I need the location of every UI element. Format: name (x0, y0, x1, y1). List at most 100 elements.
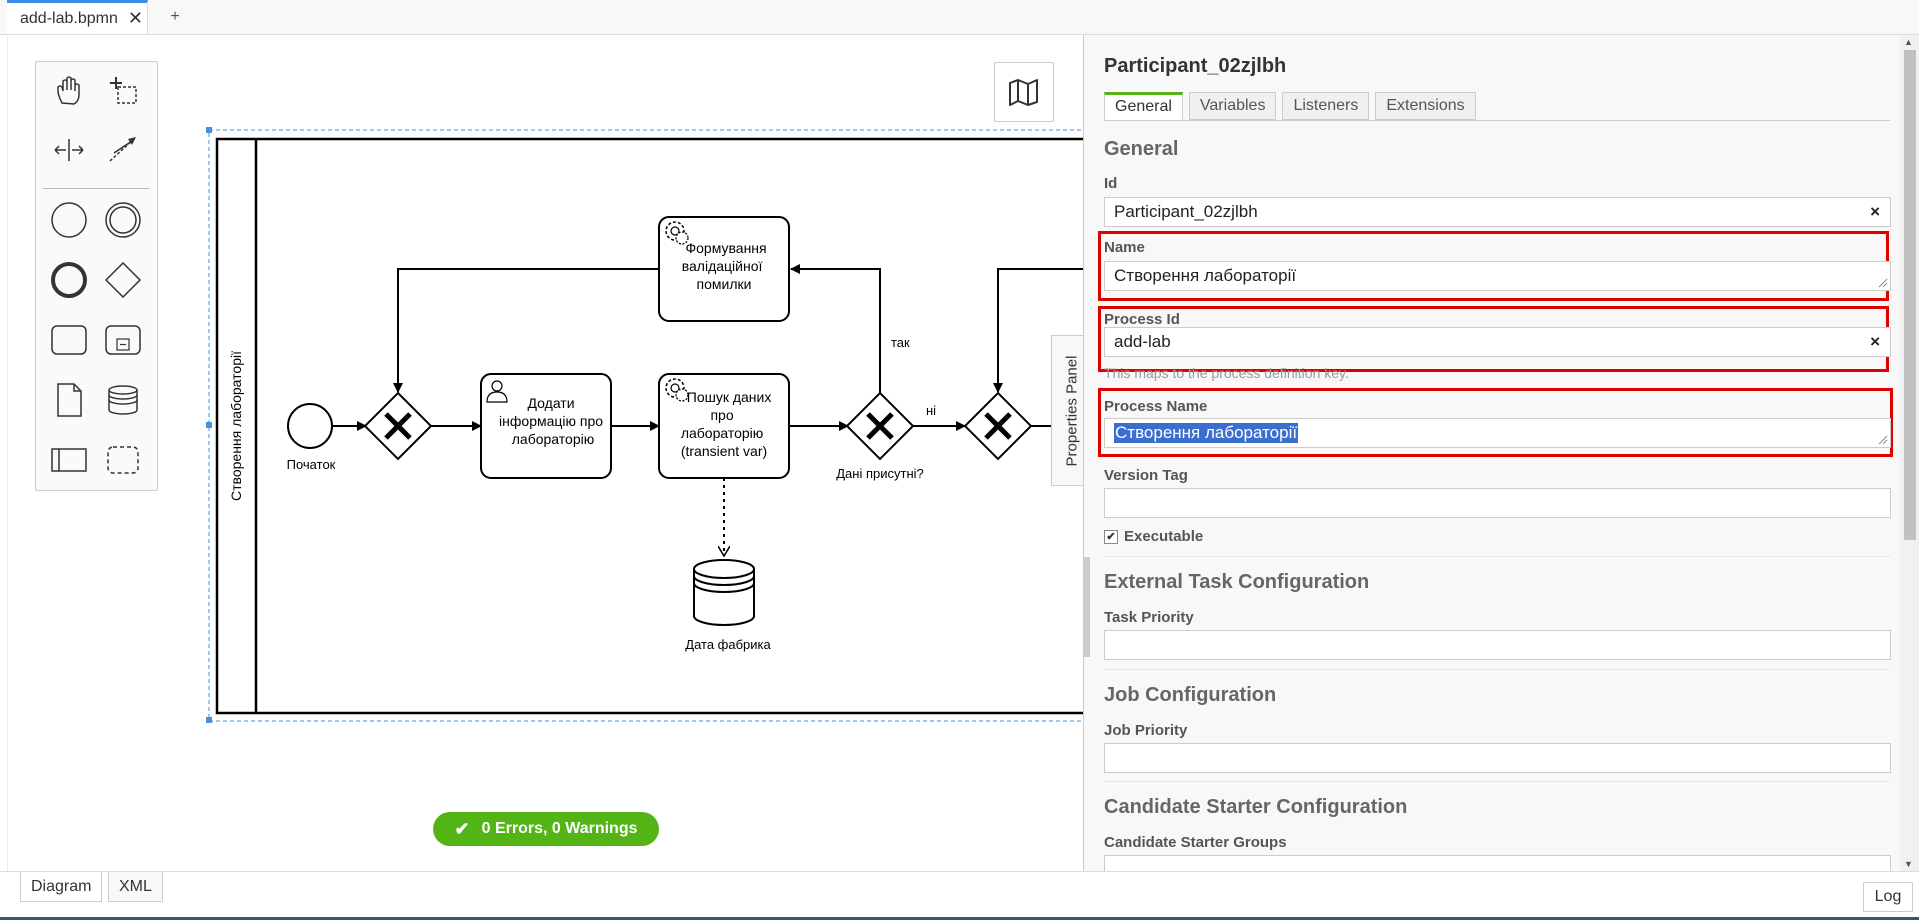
data-store-icon (108, 385, 138, 415)
id-value: Participant_02zjlbh (1114, 202, 1258, 221)
start-event[interactable] (287, 403, 333, 449)
tab-listeners[interactable]: Listeners (1282, 92, 1370, 120)
minimap-toggle-button[interactable] (994, 62, 1054, 122)
data-store-label: Дата фабрика (685, 637, 771, 652)
task-priority-input[interactable] (1104, 630, 1891, 660)
section-divider (1104, 556, 1890, 557)
create-gateway-button[interactable] (101, 258, 145, 302)
version-tag-input[interactable] (1104, 488, 1891, 518)
space-tool-button[interactable] (47, 128, 91, 172)
create-data-store-button[interactable] (101, 378, 145, 422)
file-tab-label: add-lab.bpmn (20, 9, 118, 27)
scroll-down-icon[interactable]: ▼ (1904, 859, 1913, 869)
create-task-button[interactable] (47, 318, 91, 362)
panel-tabs: General Variables Listeners Extensions (1104, 92, 1476, 120)
selection-handle[interactable] (206, 717, 212, 723)
lane-label: Створення лабораторії (228, 351, 244, 501)
data-store[interactable] (693, 559, 755, 626)
job-priority-label: Job Priority (1104, 722, 1188, 739)
process-id-value: add-lab (1114, 332, 1171, 351)
version-tag-label: Version Tag (1104, 467, 1188, 484)
create-start-event-button[interactable] (47, 198, 91, 242)
lint-status-badge[interactable]: ✔ 0 Errors, 0 Warnings (433, 812, 659, 846)
tab-diagram[interactable]: Diagram (20, 872, 103, 902)
properties-panel: Participant_02zjlbh General Variables Li… (1083, 35, 1919, 871)
new-tab-button[interactable]: + (157, 0, 193, 34)
group-candidate-starter-title: Candidate Starter Configuration (1104, 796, 1408, 818)
scroll-up-icon[interactable]: ▲ (1904, 37, 1913, 47)
section-divider (1104, 781, 1890, 782)
lasso-icon (110, 77, 137, 104)
connect-tool-button[interactable] (101, 128, 145, 172)
service-task-line: Пошук даних (687, 389, 772, 405)
start-event-icon (51, 202, 87, 238)
clear-id-icon[interactable]: × (1870, 202, 1880, 222)
clear-process-id-icon[interactable]: × (1870, 332, 1880, 352)
pool-icon (51, 448, 87, 472)
resize-handle-icon[interactable] (1878, 278, 1888, 288)
tool-palette (35, 61, 158, 491)
map-icon (1009, 79, 1038, 106)
file-tab-bar: add-lab.bpmn ✕ + (0, 0, 1919, 35)
id-label: Id (1104, 175, 1118, 192)
tab-extensions[interactable]: Extensions (1375, 92, 1476, 120)
scrollbar-thumb[interactable] (1904, 50, 1916, 540)
create-end-event-button[interactable] (47, 258, 91, 302)
intermediate-event-icon (105, 202, 141, 238)
hand-tool-button[interactable] (47, 68, 91, 112)
tabs-divider (1104, 120, 1890, 121)
connect-icon (109, 137, 136, 162)
process-id-input[interactable]: add-lab × (1104, 327, 1891, 357)
name-value: Створення лабораторії (1114, 266, 1297, 285)
data-object-icon (57, 383, 82, 417)
lasso-tool-button[interactable] (101, 68, 145, 112)
palette-separator (43, 188, 150, 189)
executable-checkbox-row[interactable]: ✔ Executable (1104, 528, 1203, 545)
lint-status-text: 0 Errors, 0 Warnings (481, 820, 638, 837)
user-task-line: інформацію про (499, 413, 603, 429)
close-tab-icon[interactable]: ✕ (128, 8, 143, 29)
executable-label: Executable (1124, 528, 1204, 545)
service-task-line: помилки (697, 276, 752, 292)
selection-handle[interactable] (206, 422, 212, 428)
create-data-object-button[interactable] (47, 378, 91, 422)
start-event-label: Початок (287, 457, 336, 472)
executable-checkbox[interactable]: ✔ (1104, 529, 1118, 544)
candidate-starter-groups-input[interactable] (1104, 855, 1891, 871)
task-priority-label: Task Priority (1104, 609, 1194, 626)
panel-scrollbar[interactable]: ▲ ▼ (1900, 35, 1919, 871)
create-subprocess-button[interactable] (101, 318, 145, 362)
create-group-button[interactable] (101, 438, 145, 482)
section-divider (1104, 669, 1890, 670)
space-tool-icon (54, 139, 84, 161)
process-name-label: Process Name (1104, 398, 1208, 415)
id-input[interactable]: Participant_02zjlbh × (1104, 197, 1891, 227)
task-icon (51, 325, 87, 355)
user-task-line: Додати (528, 395, 575, 411)
file-tab[interactable]: add-lab.bpmn ✕ (7, 0, 148, 34)
panel-title: Participant_02zjlbh (1104, 55, 1287, 77)
create-intermediate-event-button[interactable] (101, 198, 145, 242)
service-task-line: Формування (686, 240, 767, 256)
check-icon: ✔ (454, 818, 470, 839)
tab-variables[interactable]: Variables (1188, 92, 1277, 120)
tab-xml[interactable]: XML (108, 872, 163, 902)
selection-handle[interactable] (206, 127, 212, 133)
tab-general[interactable]: General (1104, 92, 1183, 120)
name-input[interactable]: Створення лабораторії (1104, 261, 1891, 291)
process-name-input[interactable]: Створення лабораторії (1104, 418, 1891, 448)
process-id-label: Process Id (1104, 311, 1180, 328)
flow-no-label: ні (926, 403, 936, 418)
name-label: Name (1104, 239, 1145, 256)
job-priority-input[interactable] (1104, 743, 1891, 773)
resize-handle-icon[interactable] (1878, 435, 1888, 445)
gateway-icon (104, 261, 142, 299)
create-pool-button[interactable] (47, 438, 91, 482)
log-button[interactable]: Log (1863, 882, 1913, 912)
service-task-line: лабораторію (681, 425, 763, 441)
properties-panel-toggle[interactable]: Properties Panel (1051, 335, 1084, 486)
flow-yes-label: так (891, 335, 910, 350)
modeler-canvas[interactable]: Створення лабораторії Початок Додати інф… (7, 35, 1084, 871)
service-task-line: валідаційної (682, 258, 763, 274)
properties-panel-toggle-label: Properties Panel (1063, 355, 1080, 466)
